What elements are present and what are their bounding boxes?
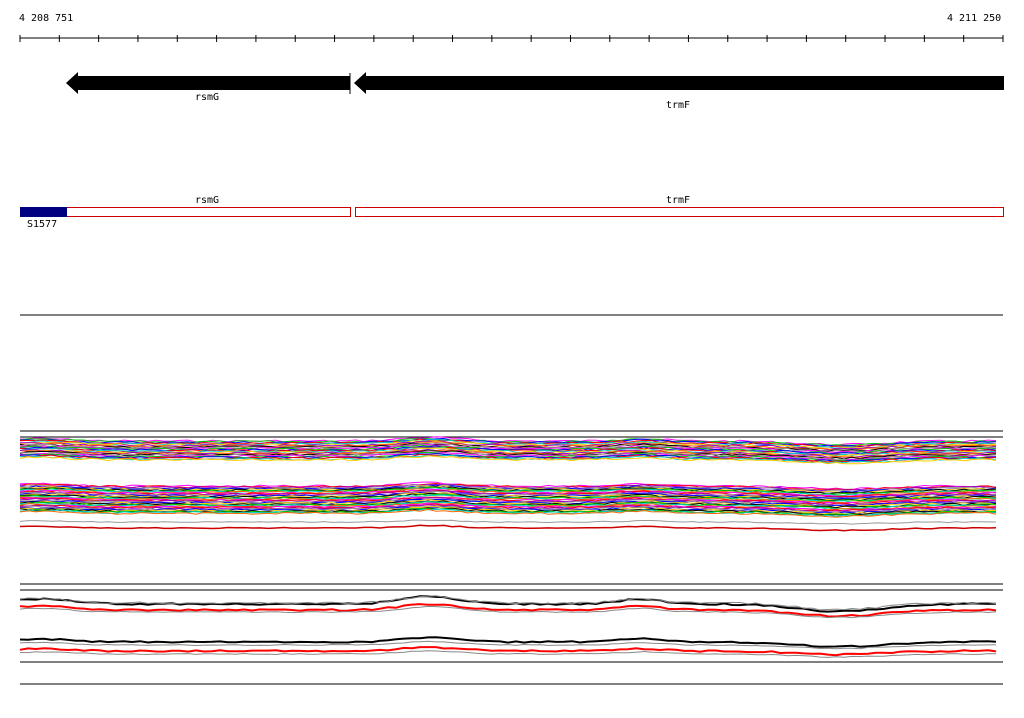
gene-label-rsmG[interactable]: rsmG [195, 92, 219, 104]
cds-label-rsmG[interactable]: rsmG [195, 195, 219, 207]
genome-browser-canvas[interactable] [0, 0, 1024, 714]
cds-track [20, 207, 1004, 316]
ruler-end-label: 4 211 250 [947, 13, 1002, 24]
ruler-start-label: 4 208 751 [19, 13, 74, 24]
profile-line [19, 524, 997, 532]
multi-profile-track [19, 430, 1003, 532]
cds-label-trmF[interactable]: trmF [666, 195, 690, 207]
gene-arrow-trmF [354, 72, 1004, 94]
highlight-label[interactable]: S1577 [27, 219, 57, 231]
gene-arrow-rsmG [66, 72, 350, 94]
expression-track [19, 583, 1003, 685]
gene-track [66, 72, 1004, 94]
cds-box-rsmG [20, 207, 351, 217]
cds-box-trmF [355, 207, 1004, 217]
highlight-block-S1577 [20, 207, 67, 217]
coordinate-ruler [19, 35, 1004, 42]
genome-browser-view: 4 208 751 4 211 250 rsmG trmF rsmG trmF … [0, 0, 1024, 714]
profile-line [19, 519, 997, 525]
gene-label-trmF[interactable]: trmF [666, 100, 690, 112]
